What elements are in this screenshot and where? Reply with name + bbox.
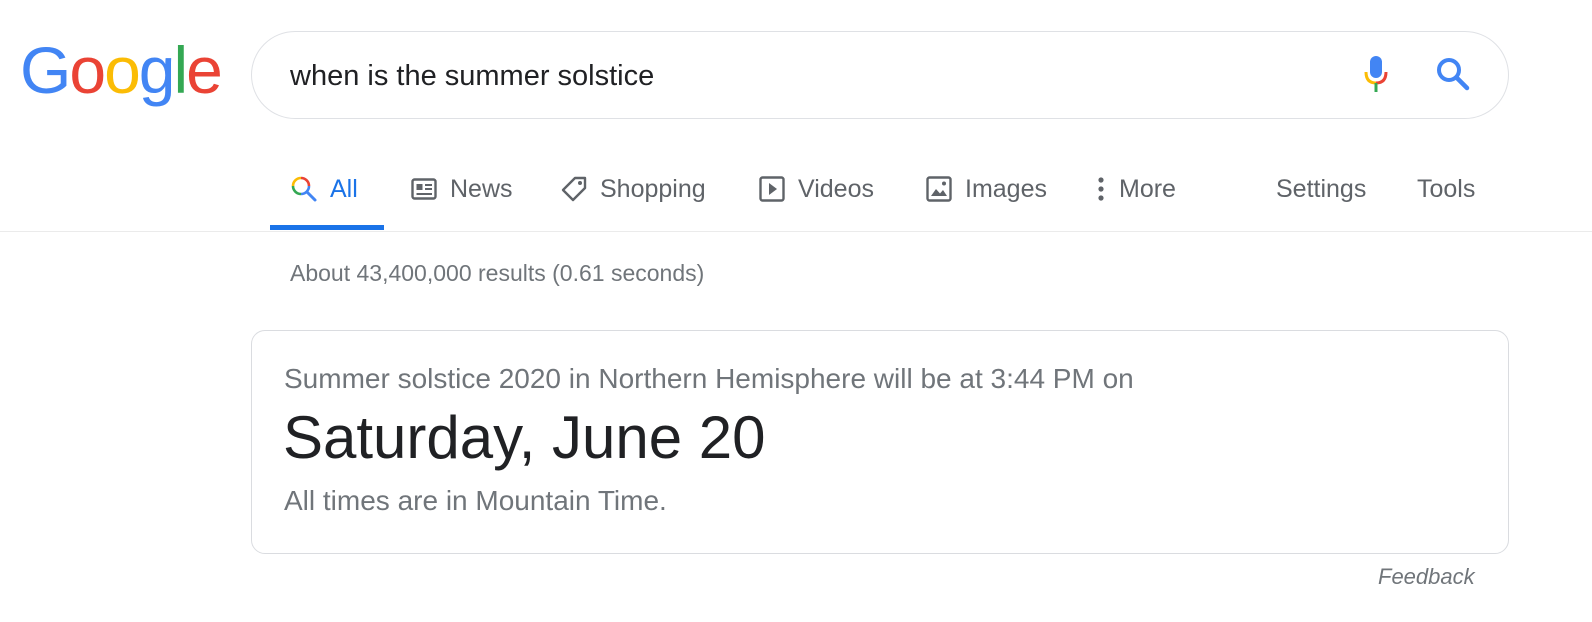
tab-images[interactable]: Images — [925, 150, 1047, 228]
tab-label: Videos — [798, 174, 874, 203]
logo-letter: o — [104, 33, 141, 107]
magnifier-icon — [1435, 56, 1471, 97]
header-divider — [0, 231, 1592, 232]
google-logo[interactable]: Google — [20, 30, 223, 110]
logo-letter: l — [173, 33, 189, 107]
search-box — [251, 31, 1509, 119]
tab-shopping[interactable]: Shopping — [560, 150, 706, 228]
microphone-icon — [1363, 54, 1389, 99]
tab-label: Shopping — [600, 174, 706, 203]
logo-letter: G — [20, 33, 71, 107]
tab-news[interactable]: News — [410, 150, 513, 228]
play-icon — [758, 175, 786, 203]
tab-videos[interactable]: Videos — [758, 150, 874, 228]
tab-all[interactable]: All — [290, 150, 358, 228]
tag-icon — [560, 175, 588, 203]
logo-letter: g — [138, 33, 176, 107]
active-tab-indicator — [270, 225, 384, 230]
answer-card: Summer solstice 2020 in Northern Hemisph… — [251, 330, 1509, 554]
tab-more[interactable]: More — [1093, 150, 1176, 228]
logo-letter: e — [186, 33, 223, 107]
answer-date: Saturday, June 20 — [283, 404, 766, 471]
vertical-dots-icon — [1093, 175, 1109, 203]
tab-label: All — [330, 174, 358, 203]
news-icon — [410, 175, 438, 203]
search-tabs: All News Shopping Videos Images More Set… — [270, 150, 1570, 232]
logo-letter: o — [69, 33, 106, 107]
search-input[interactable] — [290, 54, 1310, 98]
search-color-icon — [290, 175, 318, 203]
answer-timezone-note: All times are in Mountain Time. — [284, 485, 667, 516]
tools-link[interactable]: Tools — [1417, 150, 1475, 228]
tab-label: News — [450, 174, 513, 203]
search-button[interactable] — [1430, 54, 1476, 98]
feedback-link[interactable]: Feedback — [1378, 564, 1475, 590]
tools-label: Tools — [1417, 174, 1476, 203]
settings-label: Settings — [1276, 174, 1367, 203]
settings-link[interactable]: Settings — [1276, 150, 1366, 228]
tab-label: Images — [965, 174, 1047, 203]
voice-search-button[interactable] — [1356, 54, 1396, 98]
tab-label: More — [1119, 174, 1176, 203]
answer-subtitle: Summer solstice 2020 in Northern Hemisph… — [284, 363, 1134, 394]
result-stats: About 43,400,000 results (0.61 seconds) — [290, 260, 705, 286]
image-icon — [925, 175, 953, 203]
